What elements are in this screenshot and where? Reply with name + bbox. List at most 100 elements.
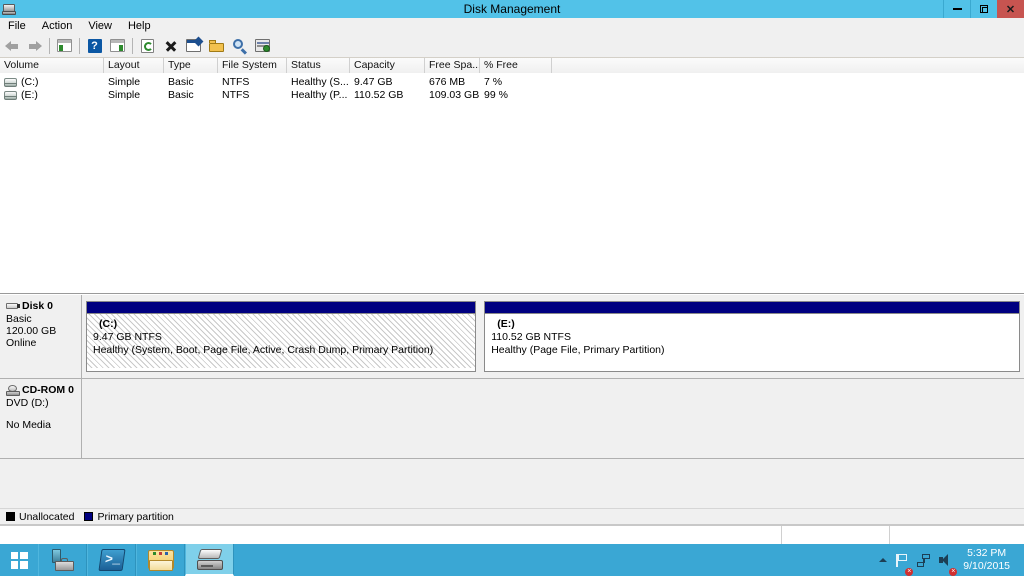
rescan-disks-icon[interactable] xyxy=(252,35,273,56)
minimize-button[interactable] xyxy=(943,0,970,18)
title-bar[interactable]: Disk Management ✕ xyxy=(0,0,1024,18)
refresh-icon[interactable] xyxy=(137,35,158,56)
server-manager-icon xyxy=(51,549,75,571)
taskbar-file-explorer[interactable] xyxy=(136,544,185,576)
file-explorer-icon xyxy=(147,549,174,571)
legend-label-unallocated: Unallocated xyxy=(19,510,75,523)
cell-volume-label: (C:) xyxy=(21,76,39,88)
powershell-icon: >_ xyxy=(97,549,126,571)
cell-file-system: NTFS xyxy=(222,76,250,88)
cell-layout: Simple xyxy=(108,76,141,88)
column-header-layout[interactable]: Layout xyxy=(104,58,164,73)
open-icon[interactable] xyxy=(206,35,227,56)
legend-swatch-unallocated xyxy=(6,512,15,521)
volume-list-header: Volume Layout Type File System Status Ca… xyxy=(0,58,1024,73)
cell-file-system: NTFS xyxy=(222,89,250,101)
partition-e-color-bar xyxy=(485,302,1019,314)
action-center-flag-icon[interactable]: × xyxy=(891,544,914,576)
legend: Unallocated Primary partition xyxy=(0,508,1024,524)
menu-bar: File Action View Help xyxy=(0,18,1024,34)
clock-date: 9/10/2015 xyxy=(963,560,1010,572)
cell-free-space: 109.03 GB xyxy=(429,89,480,101)
close-button[interactable]: ✕ xyxy=(997,0,1024,18)
system-tray: × × 5:32 PM 9/10/2015 xyxy=(875,544,1024,576)
back-arrow-icon[interactable] xyxy=(1,35,22,56)
cdrom0-info[interactable]: CD-ROM 0 DVD (D:) No Media xyxy=(0,379,82,458)
properties-icon[interactable] xyxy=(183,35,204,56)
taskbar-server-manager[interactable] xyxy=(38,544,87,576)
cdrom0-type: DVD (D:) xyxy=(6,397,49,409)
taskbar-disk-management[interactable] xyxy=(185,544,234,576)
table-row[interactable]: (C:) Simple Basic NTFS Healthy (S... 9.4… xyxy=(0,76,1024,89)
cell-type: Basic xyxy=(168,76,194,88)
column-header-type[interactable]: Type xyxy=(164,58,218,73)
partition-c[interactable]: (C:) 9.47 GB NTFS Healthy (System, Boot,… xyxy=(86,301,477,372)
cell-status: Healthy (S... xyxy=(291,76,349,88)
disk0-info[interactable]: Disk 0 Basic 120.00 GB Online xyxy=(0,295,82,378)
cell-capacity: 9.47 GB xyxy=(354,76,393,88)
delete-icon[interactable] xyxy=(160,35,181,56)
cdrom0-name: CD-ROM 0 xyxy=(22,384,74,396)
toolbar: ? xyxy=(0,34,1024,58)
forward-arrow-icon[interactable] xyxy=(24,35,45,56)
start-button[interactable] xyxy=(0,544,38,576)
taskbar-powershell[interactable]: >_ xyxy=(87,544,136,576)
disk-management-window: Disk Management ✕ File Action View Help … xyxy=(0,0,1024,576)
volume-list-rows: (C:) Simple Basic NTFS Healthy (S... 9.4… xyxy=(0,76,1024,102)
partition-e[interactable]: (E:) 110.52 GB NTFS Healthy (Page File, … xyxy=(484,301,1020,372)
search-icon[interactable] xyxy=(229,35,250,56)
disk0-name: Disk 0 xyxy=(22,300,53,312)
column-header-volume[interactable]: Volume xyxy=(0,58,104,73)
cdrom0-media-area xyxy=(82,379,1024,458)
cell-percent-free: 99 % xyxy=(484,89,508,101)
cell-status: Healthy (P... xyxy=(291,89,348,101)
show-hidden-icons-chevron[interactable] xyxy=(875,544,891,576)
partition-c-status: Healthy (System, Boot, Page File, Active… xyxy=(93,344,434,356)
disk0-type: Basic xyxy=(6,313,32,325)
status-bar-cell-2 xyxy=(782,526,890,544)
cdrom0-status: No Media xyxy=(6,419,51,431)
column-header-file-system[interactable]: File System xyxy=(218,58,287,73)
partition-c-label: (C:) xyxy=(99,318,118,330)
disk0-status: Online xyxy=(6,337,37,349)
cdrom0-title-row: CD-ROM 0 xyxy=(6,384,77,396)
partition-c-size: 9.47 GB NTFS xyxy=(93,331,162,343)
toolbar-separator-3 xyxy=(132,37,133,54)
show-hide-console-tree-icon[interactable] xyxy=(54,35,75,56)
menu-item-view[interactable]: View xyxy=(80,18,120,34)
partition-e-status: Healthy (Page File, Primary Partition) xyxy=(491,344,665,356)
disk0-size: 120.00 GB xyxy=(6,325,57,337)
clock-time: 5:32 PM xyxy=(967,547,1007,559)
clock[interactable]: 5:32 PM 9/10/2015 xyxy=(957,544,1018,576)
legend-label-primary-partition: Primary partition xyxy=(97,510,174,523)
toolbar-separator-2 xyxy=(79,37,80,54)
show-hide-action-pane-icon[interactable] xyxy=(107,35,128,56)
hard-disk-icon xyxy=(6,302,20,311)
help-icon[interactable]: ? xyxy=(84,35,105,56)
column-header-free-space[interactable]: Free Spa... xyxy=(425,58,480,73)
window-controls: ✕ xyxy=(943,0,1024,18)
menu-item-action[interactable]: Action xyxy=(34,18,81,34)
restore-button[interactable] xyxy=(970,0,997,18)
menu-item-help[interactable]: Help xyxy=(120,18,159,34)
status-bar-cell-3 xyxy=(890,526,1024,544)
menu-item-file[interactable]: File xyxy=(0,18,34,34)
column-header-capacity[interactable]: Capacity xyxy=(350,58,425,73)
cell-volume-label: (E:) xyxy=(21,89,38,101)
taskbar: >_ × × 5:32 PM 9/10/2015 xyxy=(0,544,1024,576)
partition-c-color-bar xyxy=(87,302,476,314)
legend-swatch-primary-partition xyxy=(84,512,94,521)
cell-layout: Simple xyxy=(108,89,141,101)
network-icon[interactable] xyxy=(913,544,935,576)
disk-row-disk0[interactable]: Disk 0 Basic 120.00 GB Online (C:) 9.47 … xyxy=(0,295,1024,379)
volume-muted-icon[interactable]: × xyxy=(935,544,958,576)
toolbar-separator-1 xyxy=(49,37,50,54)
column-header-percent-free[interactable]: % Free xyxy=(480,58,552,73)
table-row[interactable]: (E:) Simple Basic NTFS Healthy (P... 110… xyxy=(0,89,1024,102)
disk-row-cdrom0[interactable]: CD-ROM 0 DVD (D:) No Media xyxy=(0,379,1024,459)
window-title: Disk Management xyxy=(463,2,561,16)
partition-e-size: 110.52 GB NTFS xyxy=(491,331,571,343)
column-header-status[interactable]: Status xyxy=(287,58,350,73)
drive-icon xyxy=(4,91,17,100)
status-bar xyxy=(0,524,1024,544)
